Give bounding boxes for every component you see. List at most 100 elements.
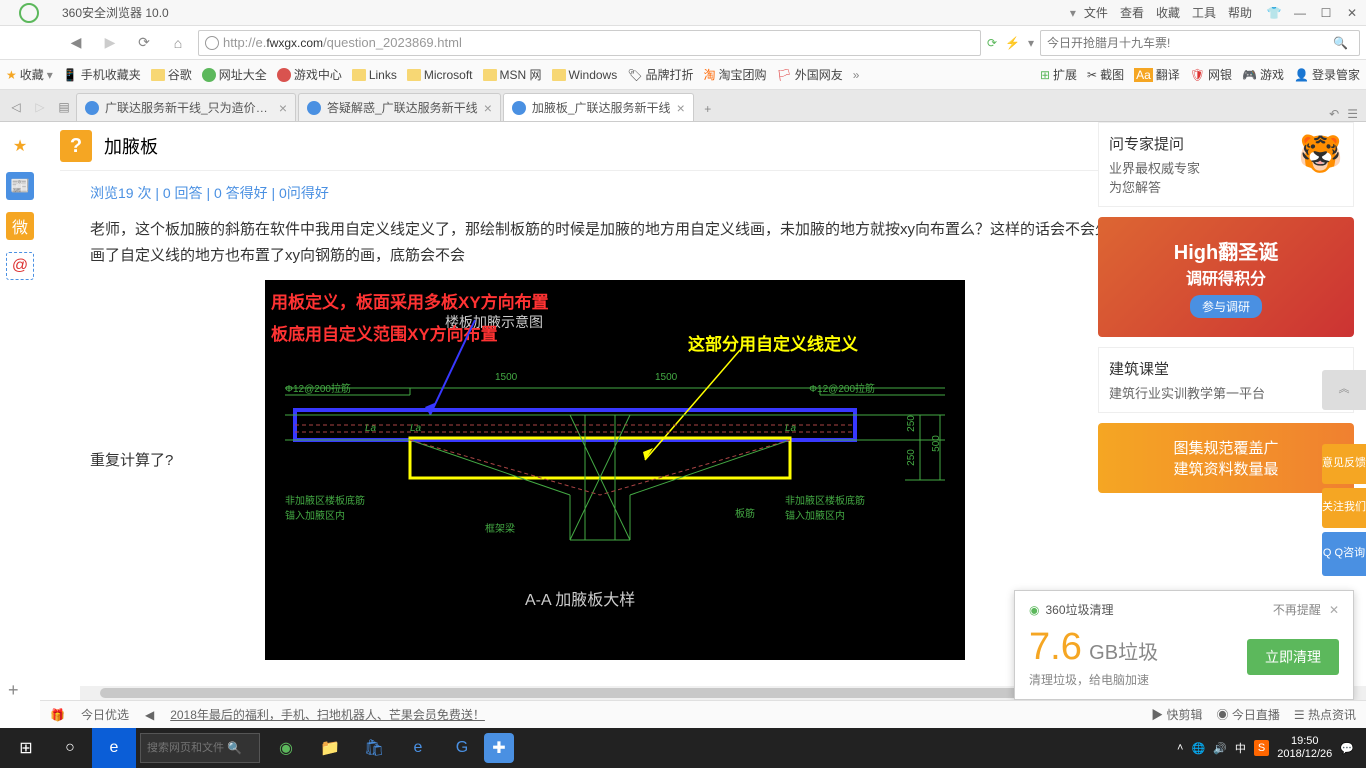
bookmark-games[interactable]: 游戏中心 — [277, 66, 342, 83]
main-menu: 文件 查看 收藏 工具 帮助 — [1084, 4, 1252, 21]
status-today[interactable]: 今日优选 — [81, 706, 129, 723]
home-button[interactable]: ⌂ — [164, 29, 192, 57]
forward-button[interactable]: ▶ — [96, 29, 124, 57]
minimize-button[interactable]: ― — [1290, 3, 1310, 23]
dropdown-icon[interactable]: ▾ — [1028, 36, 1034, 50]
rail-weibo-icon[interactable]: 微 — [6, 212, 34, 240]
maximize-button[interactable]: ☐ — [1316, 3, 1336, 23]
bookmark-fav[interactable]: ★收藏▾ — [6, 66, 53, 83]
reload-button[interactable]: ⟳ — [130, 29, 158, 57]
tray-clock[interactable]: 19:50 2018/12/26 — [1277, 735, 1332, 761]
feedback-button[interactable]: 意见反馈 — [1322, 444, 1366, 484]
refresh-icon[interactable]: ⟳ — [987, 36, 997, 50]
tray-sogou-icon[interactable]: S — [1254, 740, 1269, 756]
bookmark-google[interactable]: 谷歌 — [151, 66, 192, 83]
translate-button[interactable]: Aa翻译 — [1134, 66, 1180, 83]
menu-view[interactable]: 查看 — [1120, 4, 1144, 21]
windows-taskbar: ⊞ ○ e 🔍 ◉ 📁 🛍 e G ✚ ˄ 🌐 🔊 中 S 19:50 2018… — [0, 728, 1366, 768]
tb-explorer-icon[interactable]: 📁 — [308, 728, 352, 768]
bookmark-more[interactable]: » — [853, 68, 860, 82]
tray-volume-icon[interactable]: 🔊 — [1213, 742, 1227, 755]
tb-store-icon[interactable]: 🛍 — [352, 728, 396, 768]
status-gift-icon[interactable]: 🎁 — [50, 708, 65, 722]
back-button[interactable]: ◀ — [62, 29, 90, 57]
menu-tools[interactable]: 工具 — [1192, 4, 1216, 21]
status-news[interactable]: 2018年最后的福利，手机、扫地机器人、芒果会员免费送！ — [170, 706, 485, 723]
bookmark-brand[interactable]: 🏷品牌打折 — [627, 66, 693, 83]
search-input[interactable] — [1047, 36, 1333, 50]
tray-up-icon[interactable]: ˄ — [1177, 742, 1183, 754]
expert-card[interactable]: 问专家提问 业界最权威专家 为您解答 🐯 — [1098, 122, 1354, 207]
tab-prev[interactable]: ◁ — [4, 93, 28, 121]
ad-standards[interactable]: 图集规范覆盖广 建筑资料数量最 — [1098, 423, 1354, 493]
tab-menu[interactable]: ☰ — [1347, 107, 1358, 121]
menu-file[interactable]: 文件 — [1084, 4, 1108, 21]
popup-close[interactable]: ✕ — [1329, 603, 1339, 617]
games-button[interactable]: 🎮游戏 — [1242, 66, 1284, 83]
popup-dismiss[interactable]: 不再提醒 — [1273, 601, 1321, 618]
url-input[interactable]: http://e.fwxgx.com/question_2023869.html — [198, 30, 981, 56]
tb-360-icon[interactable]: ◉ — [264, 728, 308, 768]
menu-help[interactable]: 帮助 — [1228, 4, 1252, 21]
left-add-button[interactable]: + — [8, 680, 19, 701]
bookmark-msn[interactable]: MSN 网 — [483, 66, 542, 83]
bookmark-links[interactable]: Links — [352, 68, 397, 82]
globe-icon — [205, 36, 219, 50]
ext-button[interactable]: ⊞扩展 — [1040, 66, 1077, 83]
tray-network-icon[interactable]: 🌐 — [1191, 742, 1205, 755]
tab-close-2[interactable]: × — [484, 100, 492, 116]
bookmark-taobao[interactable]: 淘淘宝团购 — [703, 66, 766, 83]
bookmark-ms[interactable]: Microsoft — [407, 68, 473, 82]
taskbar-search[interactable]: 🔍 — [140, 733, 260, 763]
start-button[interactable]: ⊞ — [4, 728, 48, 768]
login-button[interactable]: 👤登录管家 — [1294, 66, 1360, 83]
follow-button[interactable]: 关注我们 — [1322, 488, 1366, 528]
tab-undo[interactable]: ↶ — [1329, 107, 1339, 121]
tab-close-1[interactable]: × — [279, 100, 287, 116]
rail-at-icon[interactable]: @ — [6, 252, 34, 280]
menu-dropdown-icon[interactable]: ▾ — [1070, 6, 1076, 20]
rail-star-icon[interactable]: ★ — [6, 132, 34, 160]
new-tab-button[interactable]: + — [696, 97, 720, 121]
tab-2[interactable]: 答疑解惑_广联达服务新干线× — [298, 93, 501, 121]
search-box[interactable]: 🔍 — [1040, 30, 1360, 56]
qq-button[interactable]: Q Q咨询 — [1322, 532, 1366, 576]
ad-join-button[interactable]: 参与调研 — [1190, 295, 1262, 318]
screenshot-button[interactable]: ✂截图 — [1087, 66, 1124, 83]
ie-icon[interactable]: e — [92, 728, 136, 768]
tab-1[interactable]: 广联达服务新干线_只为造价从业× — [76, 93, 296, 121]
close-button[interactable]: ✕ — [1342, 3, 1362, 23]
menu-favorites[interactable]: 收藏 — [1156, 4, 1180, 21]
rail-news-icon[interactable]: 📰 — [6, 172, 34, 200]
tray-notifications-icon[interactable]: 💬 — [1340, 742, 1354, 755]
tb-edge-icon[interactable]: e — [396, 728, 440, 768]
tab-next[interactable]: ▷ — [28, 93, 52, 121]
tab-close-3[interactable]: × — [677, 100, 685, 116]
scroll-top-button[interactable]: ︽ — [1322, 370, 1366, 410]
taskbar-search-icon[interactable]: 🔍 — [227, 741, 242, 755]
flash-icon[interactable]: ⚡ — [1005, 36, 1020, 50]
taskbar-search-input[interactable] — [147, 742, 227, 754]
bookmark-windows[interactable]: Windows — [552, 68, 618, 82]
tab-3[interactable]: 加腋板_广联达服务新干线× — [503, 93, 694, 121]
question-title: 加腋板 — [104, 133, 1129, 159]
status-live[interactable]: ◉ 今日直播 — [1217, 706, 1280, 723]
ad-christmas[interactable]: High翻圣诞 调研得积分 参与调研 — [1098, 217, 1354, 337]
scrollbar-thumb[interactable] — [100, 688, 1040, 698]
bookmark-mobile[interactable]: 📱手机收藏夹 — [63, 66, 141, 83]
status-hot[interactable]: ☰ 热点资讯 — [1294, 706, 1356, 723]
skin-icon[interactable]: 👕 — [1264, 3, 1284, 23]
bookmark-foreign[interactable]: 🏳外国网友 — [777, 66, 843, 83]
status-news-prev[interactable]: ◀ — [145, 708, 154, 722]
tb-app1-icon[interactable]: G — [440, 728, 484, 768]
search-icon[interactable]: 🔍 — [1333, 36, 1353, 50]
tray-ime[interactable]: 中 — [1235, 740, 1246, 756]
status-clip[interactable]: ▶ 快剪辑 — [1151, 706, 1202, 723]
bank-button[interactable]: 🛡网银 — [1190, 66, 1232, 83]
course-card[interactable]: 建筑课堂 建筑行业实训教学第一平台 — [1098, 347, 1354, 413]
cortana-icon[interactable]: ○ — [48, 728, 92, 768]
tab-list[interactable]: ▤ — [52, 93, 76, 121]
tb-app2-icon[interactable]: ✚ — [484, 733, 514, 763]
bookmark-sites[interactable]: 网址大全 — [202, 66, 267, 83]
cleanup-button[interactable]: 立即清理 — [1247, 639, 1339, 675]
